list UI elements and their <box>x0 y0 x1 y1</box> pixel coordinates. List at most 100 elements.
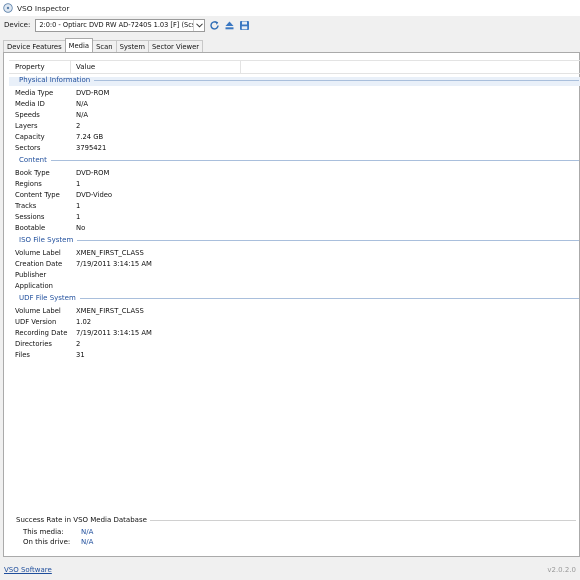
property-value: 3795421 <box>76 144 107 152</box>
group-divider <box>79 297 579 299</box>
property-name: Publisher <box>15 271 47 279</box>
tab-device-features[interactable]: Device Features <box>3 40 66 52</box>
property-row[interactable]: Publisher <box>15 271 76 279</box>
group-title-iso-file-system[interactable]: ISO File System <box>19 236 579 244</box>
success-rate-box: Success Rate in VSO Media Database This … <box>9 516 580 551</box>
group-title-content[interactable]: Content <box>19 156 579 164</box>
property-name: Media ID <box>15 100 45 108</box>
chevron-down-icon[interactable] <box>193 19 204 31</box>
property-value: 2 <box>76 122 81 130</box>
property-value: 1 <box>76 213 81 221</box>
property-row[interactable]: Layers 2 <box>15 122 80 130</box>
device-dropdown[interactable]: 2:0:0 - Optiarc DVD RW AD-7240S 1.03 [F]… <box>35 18 206 32</box>
this-drive-value: N/A <box>81 538 94 546</box>
property-row[interactable]: Content Type DVD-Video <box>15 191 112 199</box>
property-name: Content Type <box>15 191 60 199</box>
property-row[interactable]: Sessions 1 <box>15 213 80 221</box>
success-rate-divider <box>149 519 576 521</box>
tab-strip: Device Features Media Scan System Sector… <box>3 38 204 52</box>
property-row[interactable]: Creation Date 7/19/2011 3:14:15 AM <box>15 260 152 268</box>
property-value: 7/19/2011 3:14:15 AM <box>76 329 152 337</box>
group-title-text: Content <box>19 156 47 164</box>
property-name: Directories <box>15 340 52 348</box>
property-row[interactable]: Bootable No <box>15 224 85 232</box>
tab-sector-viewer[interactable]: Sector Viewer <box>147 40 204 52</box>
eject-icon[interactable] <box>223 19 235 31</box>
group-title-text: UDF File System <box>19 294 76 302</box>
property-value: N/A <box>76 111 89 119</box>
property-row[interactable]: Recording Date 7/19/2011 3:14:15 AM <box>15 329 152 337</box>
window-title: VSO Inspector <box>17 3 70 13</box>
property-row[interactable]: Capacity 7.24 GB <box>15 133 103 141</box>
property-row[interactable]: Files 31 <box>15 351 85 359</box>
property-row[interactable]: Speeds N/A <box>15 111 88 119</box>
tab-label: Device Features <box>7 42 62 51</box>
device-dropdown-value: 2:0:0 - Optiarc DVD RW AD-7240S 1.03 [F]… <box>39 21 194 29</box>
property-row[interactable]: Book Type DVD-ROM <box>15 169 109 177</box>
property-name: Recording Date <box>15 329 68 337</box>
property-name: Volume Label <box>15 307 61 315</box>
property-row[interactable]: Application <box>15 282 76 290</box>
this-drive-label: On this drive: <box>23 538 71 546</box>
success-rate-title: Success Rate in VSO Media Database <box>16 516 147 524</box>
property-name: Sessions <box>15 213 45 221</box>
property-value: 1 <box>76 202 81 210</box>
property-name: Volume Label <box>15 249 61 257</box>
property-row[interactable]: Regions 1 <box>15 180 80 188</box>
property-name: Media Type <box>15 89 54 97</box>
group-title-text: ISO File System <box>19 236 74 244</box>
property-value: XMEN_FIRST_CLASS <box>76 249 144 257</box>
version-label: v2.0.2.0 <box>547 566 576 574</box>
property-name: Capacity <box>15 133 45 141</box>
property-name: Tracks <box>15 202 37 210</box>
tab-system[interactable]: System <box>115 40 149 52</box>
property-value: DVD-ROM <box>76 169 110 177</box>
property-value: 1.02 <box>76 318 92 326</box>
group-title-udf-file-system[interactable]: UDF File System <box>19 294 579 302</box>
property-row[interactable]: Media ID N/A <box>15 100 88 108</box>
property-value: DVD-ROM <box>76 89 110 97</box>
property-name: Book Type <box>15 169 50 177</box>
refresh-icon[interactable] <box>208 19 220 31</box>
property-value: No <box>76 224 86 232</box>
property-value: DVD-Video <box>76 191 113 199</box>
column-header-label: Value <box>76 63 96 71</box>
property-name: Files <box>15 351 30 359</box>
property-row[interactable]: Directories 2 <box>15 340 80 348</box>
grid-header: Property Value <box>9 60 580 74</box>
footer: VSO Software v2.0.2.0 <box>0 560 580 580</box>
property-row[interactable]: Media Type DVD-ROM <box>15 89 109 97</box>
column-header-property[interactable]: Property <box>9 61 71 73</box>
group-title-text: Physical Information <box>19 76 91 84</box>
property-value: N/A <box>76 100 89 108</box>
title-bar: VSO Inspector <box>0 0 580 16</box>
property-row[interactable]: Tracks 1 <box>15 202 80 210</box>
property-name: Layers <box>15 122 38 130</box>
property-name: Speeds <box>15 111 40 119</box>
property-row[interactable]: Volume Label XMEN_FIRST_CLASS <box>15 307 144 315</box>
property-name: Sectors <box>15 144 41 152</box>
property-row[interactable]: Volume Label XMEN_FIRST_CLASS <box>15 249 144 257</box>
property-value: 7/19/2011 3:14:15 AM <box>76 260 152 268</box>
property-row[interactable]: UDF Version 1.02 <box>15 318 91 326</box>
property-name: UDF Version <box>15 318 57 326</box>
property-row[interactable]: Sectors 3795421 <box>15 144 106 152</box>
property-name: Application <box>15 282 53 290</box>
property-name: Bootable <box>15 224 46 232</box>
device-toolbar: Device: 2:0:0 - Optiarc DVD RW AD-7240S … <box>0 16 580 34</box>
save-disk-icon[interactable] <box>238 19 250 31</box>
this-media-row: This media: N/A <box>23 528 93 536</box>
this-media-label: This media: <box>23 528 64 536</box>
success-rate-legend: Success Rate in VSO Media Database <box>16 516 576 524</box>
tab-media[interactable]: Media <box>64 38 94 52</box>
property-value: 7.24 GB <box>76 133 104 141</box>
tab-label: Sector Viewer <box>151 42 200 51</box>
tab-label: Scan <box>96 42 113 51</box>
group-title-physical-information[interactable]: Physical Information <box>19 76 579 84</box>
group-divider <box>94 79 579 81</box>
tab-scan[interactable]: Scan <box>92 40 117 52</box>
property-name: Creation Date <box>15 260 63 268</box>
media-panel: Property Value Physical Information Medi… <box>3 52 580 557</box>
vso-software-link[interactable]: VSO Software <box>4 566 52 574</box>
column-header-value[interactable]: Value <box>71 61 241 73</box>
